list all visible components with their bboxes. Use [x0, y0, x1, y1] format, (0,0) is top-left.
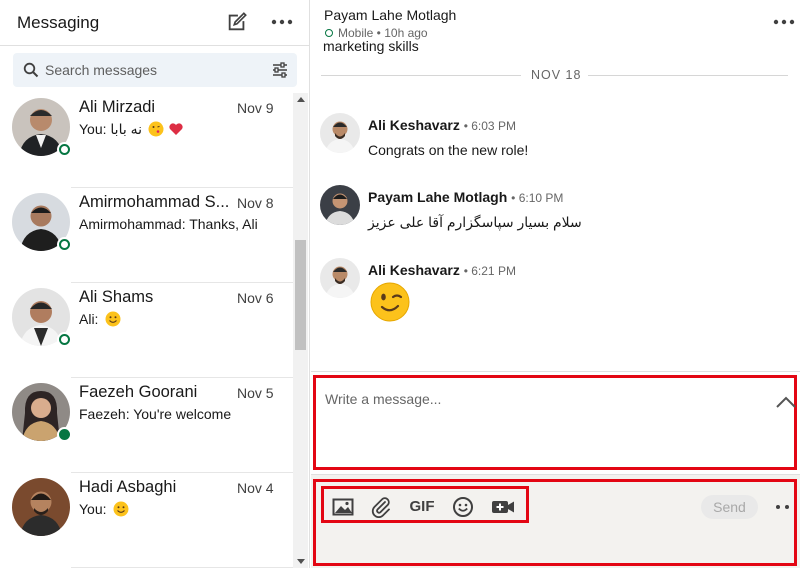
sidebar-header: Messaging: [0, 0, 309, 46]
preview-text: Amirmohammad: Thanks, Ali: [79, 216, 258, 232]
conversation-preview: Faezeh: You're welcome: [79, 406, 231, 422]
conversation-date: Nov 5: [237, 385, 274, 401]
thread-header: Payam Lahe Motlagh Mobile • 10h ago: [311, 0, 800, 40]
online-status-icon: [57, 142, 72, 157]
day-separator: NOV 18: [311, 67, 800, 83]
conversation-preview: Ali:: [79, 311, 121, 327]
message-text: سلام بسیار سپاسگزارم آقا علی عزیز: [368, 214, 582, 230]
conversation-name: Ali Mirzadi: [79, 98, 156, 116]
conversation-list: Ali Mirzadi Nov 9 You: نه بابا Amirmoham…: [0, 93, 293, 568]
message-text: Congrats on the new role!: [368, 142, 529, 158]
conversation-date: Nov 9: [237, 100, 274, 116]
more-options-icon[interactable]: [771, 12, 797, 32]
preview-text: You: نه بابا: [79, 121, 143, 137]
sender-name: Payam Lahe Motlagh: [368, 189, 508, 205]
compose-icon[interactable]: [226, 11, 248, 33]
conversation-preview: You: نه بابا: [79, 121, 184, 138]
message-sender[interactable]: Payam Lahe Motlagh • 6:10 PM: [368, 189, 563, 205]
more-options-icon[interactable]: [269, 12, 295, 32]
conversation-item[interactable]: Hadi Asbaghi Nov 4 You:: [0, 473, 293, 568]
message-list: marketing skills NOV 18 Ali Keshavarz • …: [311, 40, 800, 371]
conversation-scrollbar[interactable]: [293, 93, 308, 568]
attachment-tools: GIF: [321, 486, 529, 523]
mobile-status-icon: [325, 29, 333, 37]
avatar[interactable]: [320, 113, 360, 153]
conversation-item[interactable]: Ali Mirzadi Nov 9 You: نه بابا: [0, 93, 293, 188]
search-icon: [23, 62, 39, 78]
avatar[interactable]: [320, 185, 360, 225]
conversation-item[interactable]: Ali Shams Nov 6 Ali:: [0, 283, 293, 378]
thread-status: Mobile • 10h ago: [338, 26, 428, 40]
avatar[interactable]: [320, 258, 360, 298]
message-time: • 6:10 PM: [511, 191, 564, 205]
red-heart-emoji-icon: [169, 123, 183, 135]
conversation-preview: Amirmohammad: Thanks, Ali: [79, 216, 258, 232]
conversation-name: Ali Shams: [79, 288, 154, 306]
emoji-icon[interactable]: [452, 496, 474, 518]
scroll-down-arrow-icon[interactable]: [297, 559, 305, 564]
video-meeting-icon[interactable]: [491, 496, 515, 518]
winking-face-emoji-icon: [370, 282, 410, 322]
compose-area: GIF Send: [311, 371, 800, 568]
sidebar-title: Messaging: [17, 13, 100, 32]
scrollbar-thumb[interactable]: [295, 240, 306, 350]
message-input-highlight: [313, 375, 797, 470]
chevron-up-icon[interactable]: [775, 395, 797, 409]
paperclip-icon[interactable]: [370, 496, 392, 518]
filter-icon[interactable]: [272, 62, 288, 78]
scroll-up-arrow-icon[interactable]: [297, 97, 305, 102]
conversation-date: Nov 4: [237, 480, 274, 496]
smiling-face-emoji-icon: [113, 501, 129, 517]
previous-message-text: marketing skills: [323, 40, 419, 54]
message-time: • 6:21 PM: [463, 264, 516, 278]
conversation-name: Hadi Asbaghi: [79, 478, 177, 496]
gif-button[interactable]: GIF: [407, 496, 437, 518]
conversation-name: Faezeh Goorani: [79, 383, 198, 401]
search-bar: [13, 53, 297, 87]
image-icon[interactable]: [332, 496, 354, 518]
smiling-face-emoji-icon: [105, 311, 121, 327]
send-button[interactable]: Send: [701, 495, 758, 519]
active-status-icon: [57, 427, 72, 442]
day-separator-label: NOV 18: [531, 68, 582, 82]
sender-name: Ali Keshavarz: [368, 117, 460, 133]
divider: [321, 75, 521, 76]
conversation-item[interactable]: Amirmohammad S... Nov 8 Amirmohammad: Th…: [0, 188, 293, 283]
message-thread: Payam Lahe Motlagh Mobile • 10h ago mark…: [311, 0, 800, 568]
conversation-date: Nov 6: [237, 290, 274, 306]
more-options-icon[interactable]: [774, 499, 792, 515]
message-time: • 6:03 PM: [463, 119, 516, 133]
conversation-sidebar: Messaging Ali Mirz: [0, 0, 310, 568]
thread-contact-name[interactable]: Payam Lahe Motlagh: [324, 7, 456, 23]
message-sender[interactable]: Ali Keshavarz • 6:21 PM: [368, 262, 516, 278]
kissing-face-emoji-icon: [148, 121, 164, 137]
message-input[interactable]: [325, 391, 745, 431]
online-status-icon: [57, 237, 72, 252]
compose-toolbar: GIF Send: [311, 474, 800, 568]
conversation-item[interactable]: Faezeh Goorani Nov 5 Faezeh: You're welc…: [0, 378, 293, 473]
online-status-icon: [57, 332, 72, 347]
search-input[interactable]: [45, 53, 265, 87]
preview-text: Faezeh: You're welcome: [79, 406, 232, 422]
conversation-preview: You:: [79, 501, 129, 517]
divider: [588, 75, 788, 76]
preview-text: You:: [79, 501, 107, 517]
avatar: [12, 478, 70, 536]
message-sender[interactable]: Ali Keshavarz • 6:03 PM: [368, 117, 516, 133]
conversation-date: Nov 8: [237, 195, 274, 211]
conversation-name: Amirmohammad S...: [79, 193, 230, 211]
preview-text: Ali:: [79, 311, 99, 327]
sender-name: Ali Keshavarz: [368, 262, 460, 278]
